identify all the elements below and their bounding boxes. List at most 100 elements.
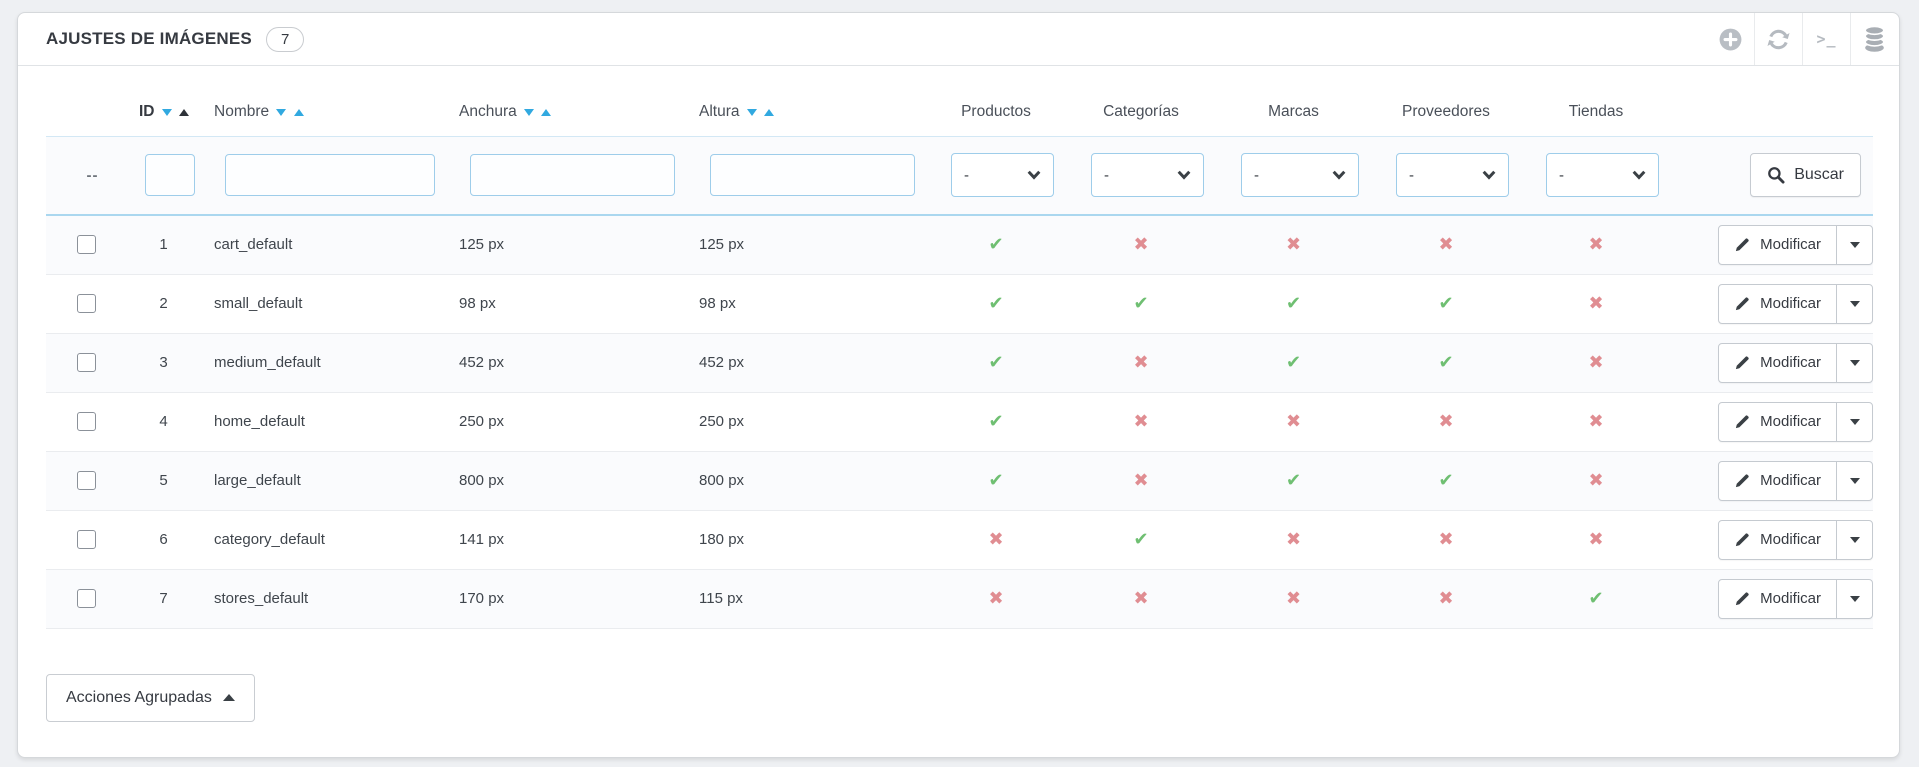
filter-altura-input[interactable]: [710, 154, 915, 196]
header-tiendas: Tiendas: [1521, 66, 1671, 136]
count-badge: 7: [266, 27, 304, 52]
caret-down-icon: [1850, 301, 1860, 307]
check-icon: ✔: [988, 411, 1003, 432]
modify-dropdown-toggle[interactable]: [1836, 462, 1872, 500]
sort-desc-icon[interactable]: [162, 109, 172, 116]
pencil-icon: [1734, 354, 1751, 371]
bool-marcas: ✔: [1216, 451, 1371, 510]
row-checkbox[interactable]: [77, 235, 96, 254]
bool-categorias: ✖: [1066, 392, 1216, 451]
bool-tiendas: ✖: [1521, 510, 1671, 569]
row-checkbox[interactable]: [77, 589, 96, 608]
bulk-actions-button[interactable]: Acciones Agrupadas: [46, 674, 255, 722]
modify-dropdown-toggle[interactable]: [1836, 226, 1872, 264]
modify-button[interactable]: Modificar: [1719, 521, 1836, 559]
row-width: 98 px: [446, 274, 686, 333]
header-id[interactable]: ID: [126, 66, 201, 136]
modify-split-button: Modificar: [1718, 402, 1873, 442]
cross-icon: ✖: [1286, 234, 1301, 255]
cross-icon: ✖: [1438, 411, 1453, 432]
row-checkbox[interactable]: [77, 412, 96, 431]
modify-dropdown-toggle[interactable]: [1836, 521, 1872, 559]
modify-button[interactable]: Modificar: [1719, 462, 1836, 500]
bool-proveedores: ✔: [1371, 451, 1521, 510]
show-sql-button[interactable]: >_: [1802, 13, 1850, 65]
row-checkbox[interactable]: [77, 353, 96, 372]
select-value: -: [964, 167, 969, 184]
row-id: 2: [126, 274, 201, 333]
sort-asc-icon[interactable]: [294, 109, 304, 116]
chevron-down-icon: [1632, 170, 1646, 180]
pencil-icon: [1734, 413, 1751, 430]
modify-dropdown-toggle[interactable]: [1836, 403, 1872, 441]
row-height: 452 px: [686, 333, 926, 392]
table-row: 4 home_default 250 px 250 px ✔ ✖ ✖ ✖ ✖ M…: [46, 392, 1873, 451]
header-nombre[interactable]: Nombre: [201, 66, 446, 136]
page-title: AJUSTES DE IMÁGENES: [46, 29, 252, 49]
cross-icon: ✖: [1286, 588, 1301, 609]
bool-categorias: ✔: [1066, 510, 1216, 569]
row-checkbox[interactable]: [77, 530, 96, 549]
filter-proveedores-select[interactable]: -: [1396, 153, 1509, 197]
cross-icon: ✖: [1588, 234, 1603, 255]
row-height: 115 px: [686, 569, 926, 628]
filter-productos-select[interactable]: -: [951, 153, 1054, 197]
pencil-icon: [1734, 295, 1751, 312]
bool-marcas: ✖: [1216, 510, 1371, 569]
header-anchura[interactable]: Anchura: [446, 66, 686, 136]
filter-tiendas-select[interactable]: -: [1546, 153, 1659, 197]
header-actions-col: [1671, 66, 1873, 136]
modify-dropdown-toggle[interactable]: [1836, 285, 1872, 323]
filter-nombre-input[interactable]: [225, 154, 435, 196]
header-altura[interactable]: Altura: [686, 66, 926, 136]
sort-asc-icon[interactable]: [541, 109, 551, 116]
sort-desc-icon[interactable]: [276, 109, 286, 116]
modify-button[interactable]: Modificar: [1719, 344, 1836, 382]
modify-button[interactable]: Modificar: [1719, 580, 1836, 618]
filter-id-input[interactable]: [145, 154, 195, 196]
bool-marcas: ✖: [1216, 215, 1371, 274]
modify-dropdown-toggle[interactable]: [1836, 344, 1872, 382]
search-button[interactable]: Buscar: [1750, 153, 1861, 197]
row-id: 1: [126, 215, 201, 274]
row-checkbox[interactable]: [77, 471, 96, 490]
modify-button[interactable]: Modificar: [1719, 285, 1836, 323]
export-sql-button[interactable]: [1850, 13, 1898, 65]
sort-asc-icon[interactable]: [764, 109, 774, 116]
modify-button[interactable]: Modificar: [1719, 226, 1836, 264]
table-row: 5 large_default 800 px 800 px ✔ ✖ ✔ ✔ ✖ …: [46, 451, 1873, 510]
add-button[interactable]: [1706, 13, 1754, 65]
filter-categorias-select[interactable]: -: [1091, 153, 1204, 197]
row-checkbox[interactable]: [77, 294, 96, 313]
modify-dropdown-toggle[interactable]: [1836, 580, 1872, 618]
cross-icon: ✖: [1438, 529, 1453, 550]
database-icon: [1863, 25, 1886, 54]
chevron-down-icon: [1177, 170, 1191, 180]
header-anchura-label: Anchura: [459, 103, 517, 120]
row-name: cart_default: [201, 215, 446, 274]
refresh-button[interactable]: [1754, 13, 1802, 65]
sort-asc-icon[interactable]: [179, 109, 189, 116]
image-settings-table: ID Nombre Anchura Altura: [46, 66, 1873, 629]
check-icon: ✔: [1286, 470, 1301, 491]
pencil-icon: [1734, 236, 1751, 253]
row-id: 5: [126, 451, 201, 510]
filter-marcas-select[interactable]: -: [1241, 153, 1359, 197]
check-icon: ✔: [988, 234, 1003, 255]
check-icon: ✔: [1286, 293, 1301, 314]
caret-down-icon: [1850, 242, 1860, 248]
sort-desc-icon[interactable]: [747, 109, 757, 116]
bool-tiendas: ✖: [1521, 392, 1671, 451]
row-name: category_default: [201, 510, 446, 569]
check-icon: ✔: [988, 352, 1003, 373]
filter-anchura-input[interactable]: [470, 154, 675, 196]
bool-proveedores: ✖: [1371, 510, 1521, 569]
sort-desc-icon[interactable]: [524, 109, 534, 116]
table-row: 7 stores_default 170 px 115 px ✖ ✖ ✖ ✖ ✔…: [46, 569, 1873, 628]
modify-split-button: Modificar: [1718, 284, 1873, 324]
bool-tiendas: ✔: [1521, 569, 1671, 628]
caret-down-icon: [1850, 478, 1860, 484]
bool-productos: ✖: [926, 510, 1066, 569]
modify-label: Modificar: [1760, 590, 1821, 607]
modify-button[interactable]: Modificar: [1719, 403, 1836, 441]
